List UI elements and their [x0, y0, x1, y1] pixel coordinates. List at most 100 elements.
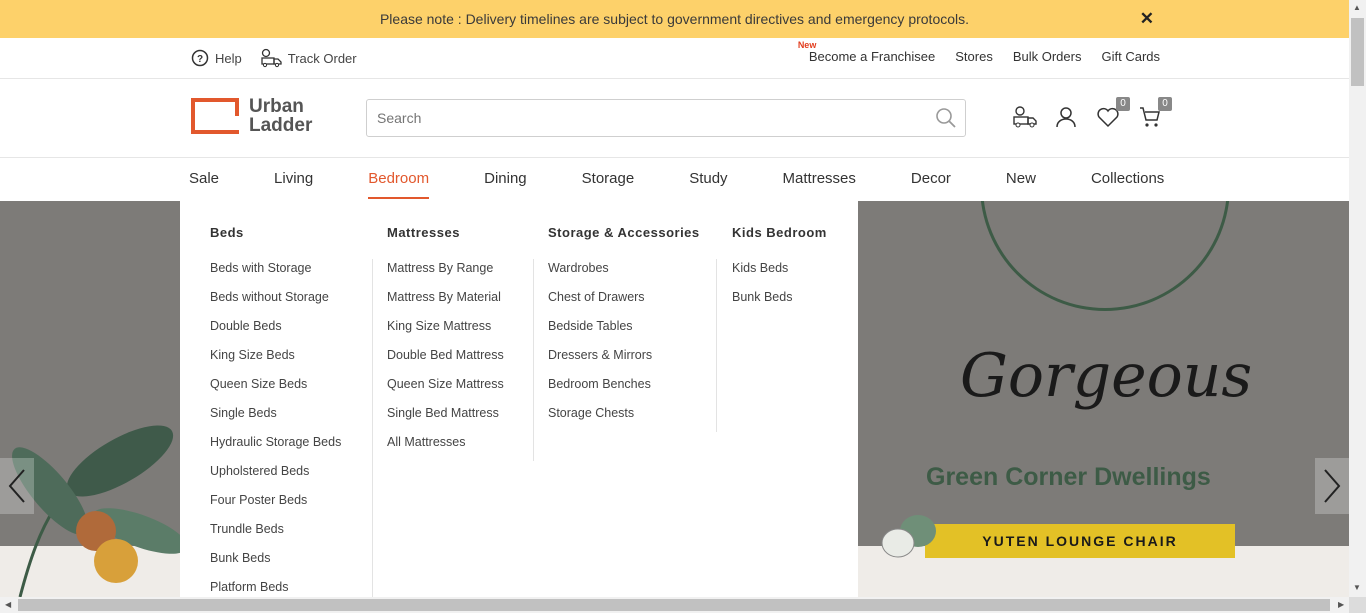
track-order-icon	[261, 48, 282, 68]
bedroom-mega-menu: Beds Beds with Storage Beds without Stor…	[180, 201, 858, 597]
menu-link[interactable]: Upholstered Beds	[210, 464, 341, 493]
menu-link[interactable]: Four Poster Beds	[210, 493, 341, 522]
chevron-right-icon	[1324, 469, 1341, 503]
track-order-link[interactable]: Track Order	[260, 48, 357, 68]
notice-bar: Please note : Delivery timelines are sub…	[0, 0, 1349, 38]
hero-product-tag: YUTEN LOUNGE CHAIR	[925, 524, 1235, 558]
help-link[interactable]: ? Help	[191, 48, 242, 68]
help-icon: ?	[191, 49, 209, 67]
menu-link[interactable]: Double Bed Mattress	[387, 348, 504, 377]
menu-link[interactable]: Single Bed Mattress	[387, 406, 504, 435]
menu-link[interactable]: Storage Chests	[548, 406, 700, 435]
user-icon	[1056, 107, 1076, 128]
scroll-left-icon[interactable]: ◀	[5, 600, 11, 609]
logo-line1: Urban	[249, 96, 304, 117]
nav-item-living[interactable]: Living	[274, 170, 313, 187]
horizontal-scroll-thumb[interactable]	[18, 599, 1330, 611]
menu-link[interactable]: Mattress By Material	[387, 290, 504, 319]
menu-link[interactable]: Kids Beds	[732, 261, 827, 290]
gift-cards-link[interactable]: Gift Cards	[1101, 49, 1160, 64]
menu-link[interactable]: Dressers & Mirrors	[548, 348, 700, 377]
search-input[interactable]	[367, 100, 927, 136]
nav-item-dining[interactable]: Dining	[484, 170, 527, 187]
category-nav: Sale Living Bedroom Dining Storage Study…	[0, 158, 1349, 201]
cart-count: 0	[1158, 97, 1172, 111]
menu-column-title[interactable]: Mattresses	[387, 225, 504, 240]
vertical-scrollbar[interactable]: ▲ ▼	[1349, 0, 1366, 597]
menu-column-title[interactable]: Beds	[210, 225, 341, 240]
menu-link[interactable]: Beds with Storage	[210, 261, 341, 290]
menu-link[interactable]: Queen Size Mattress	[387, 377, 504, 406]
close-icon[interactable]: ✕	[1140, 9, 1154, 29]
nav-item-study[interactable]: Study	[689, 170, 727, 187]
menu-column-beds: Beds Beds with Storage Beds without Stor…	[210, 225, 341, 609]
nav-item-new[interactable]: New	[1006, 170, 1036, 187]
menu-link[interactable]: Hydraulic Storage Beds	[210, 435, 341, 464]
scroll-up-icon[interactable]: ▲	[1353, 3, 1361, 12]
menu-link[interactable]: All Mattresses	[387, 435, 504, 464]
nav-item-decor[interactable]: Decor	[911, 170, 951, 187]
become-franchisee-label: Become a Franchisee	[808, 49, 936, 64]
scrollbar-corner	[1349, 597, 1366, 613]
search-icon[interactable]	[935, 107, 957, 129]
utility-bar: ? Help Track Order New Become a Franchis…	[0, 38, 1349, 79]
nav-item-mattresses[interactable]: Mattresses	[783, 170, 856, 187]
menu-link[interactable]: King Size Mattress	[387, 319, 504, 348]
menu-link[interactable]: Single Beds	[210, 406, 341, 435]
delivery-truck-icon	[1013, 106, 1037, 128]
svg-text:?: ?	[197, 54, 203, 65]
horizontal-scrollbar[interactable]: ◀ ▶	[0, 597, 1349, 613]
menu-link[interactable]: Beds without Storage	[210, 290, 341, 319]
carousel-prev-button[interactable]	[0, 458, 34, 514]
menu-link[interactable]: Chest of Drawers	[548, 290, 700, 319]
menu-column-kids-bedroom: Kids Bedroom Kids Beds Bunk Beds	[732, 225, 827, 319]
hero-subheadline: Green Corner Dwellings	[926, 463, 1211, 491]
menu-link[interactable]: Double Beds	[210, 319, 341, 348]
chevron-left-icon	[8, 469, 25, 503]
nav-item-collections[interactable]: Collections	[1091, 170, 1164, 187]
notice-text: Please note : Delivery timelines are sub…	[379, 11, 970, 27]
menu-link[interactable]: Bunk Beds	[732, 290, 827, 319]
store-locator-button[interactable]	[1012, 105, 1037, 129]
menu-column-title[interactable]: Kids Bedroom	[732, 225, 827, 240]
main-header: Urban Ladder 0 0	[0, 79, 1349, 158]
menu-link[interactable]: King Size Beds	[210, 348, 341, 377]
vertical-scroll-thumb[interactable]	[1351, 18, 1364, 86]
carousel-next-button[interactable]	[1315, 458, 1349, 514]
nav-item-bedroom[interactable]: Bedroom	[368, 170, 429, 199]
help-label: Help	[215, 50, 242, 66]
wishlist-button[interactable]: 0	[1096, 97, 1130, 129]
menu-column-mattresses: Mattresses Mattress By Range Mattress By…	[387, 225, 504, 464]
account-button[interactable]	[1054, 105, 1078, 129]
menu-link[interactable]: Mattress By Range	[387, 261, 504, 290]
bulk-orders-link[interactable]: Bulk Orders	[1013, 49, 1082, 64]
stores-link[interactable]: Stores	[955, 49, 993, 64]
wishlist-count: 0	[1116, 97, 1130, 111]
hero-headline: Gorgeous	[960, 341, 1253, 411]
logo-line2: Ladder	[249, 115, 313, 136]
scroll-right-icon[interactable]: ▶	[1338, 600, 1344, 609]
cart-button[interactable]: 0	[1138, 97, 1172, 129]
menu-column-title[interactable]: Storage & Accessories	[548, 225, 700, 240]
menu-link[interactable]: Wardrobes	[548, 261, 700, 290]
nav-item-sale[interactable]: Sale	[189, 170, 219, 187]
column-divider	[716, 259, 717, 432]
scroll-down-icon[interactable]: ▼	[1353, 583, 1361, 592]
leaf-illustration	[881, 515, 936, 558]
menu-link[interactable]: Bedside Tables	[548, 319, 700, 348]
menu-column-storage-accessories: Storage & Accessories Wardrobes Chest of…	[548, 225, 700, 435]
search-box	[366, 99, 966, 137]
menu-link[interactable]: Queen Size Beds	[210, 377, 341, 406]
wreath-illustration	[980, 201, 1230, 311]
new-badge: New	[797, 40, 817, 50]
become-franchisee-link[interactable]: New Become a Franchisee	[798, 40, 936, 64]
urban-ladder-logo[interactable]: Urban Ladder	[191, 97, 312, 135]
logo-mark	[191, 98, 239, 134]
menu-link[interactable]: Bedroom Benches	[548, 377, 700, 406]
menu-link[interactable]: Bunk Beds	[210, 551, 341, 580]
column-divider	[372, 259, 373, 597]
track-order-label: Track Order	[287, 50, 357, 66]
column-divider	[533, 259, 534, 461]
menu-link[interactable]: Trundle Beds	[210, 522, 341, 551]
nav-item-storage[interactable]: Storage	[582, 170, 635, 187]
